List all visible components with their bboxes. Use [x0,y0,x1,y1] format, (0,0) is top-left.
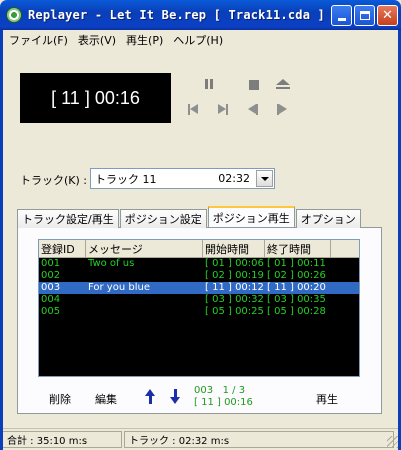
row-start: [ 05 ] 00:25 [205,306,264,317]
close-button[interactable]: ✕ [377,5,398,26]
skip-forward-icon [218,104,226,114]
row-end: [ 05 ] 00:28 [267,306,326,317]
tab-bar: トラック設定/再生 ポジション設定 ポジション再生 オプション [17,206,362,228]
minimize-button[interactable] [331,5,352,26]
row-end: [ 01 ] 00:11 [267,258,326,269]
row-message: For you blue [88,282,150,293]
previous-position-button[interactable] [245,101,261,117]
position-info: 003 1 / 3 [ 11 ] 00:16 [194,385,253,409]
move-down-button[interactable] [170,389,180,405]
eject-icon [276,79,290,85]
column-header-id[interactable]: 登録ID [39,240,86,257]
edit-button[interactable]: 編集 [95,391,117,407]
window-border-left [0,30,3,450]
position-list[interactable]: 登録ID メッセージ 開始時間 終了時間 001 Two of us [ 01 … [38,239,360,377]
window-title: Replayer - Let It Be.rep [ Track11.cda ] [28,8,325,22]
stop-button[interactable] [246,77,262,93]
column-header-start[interactable]: 開始時間 [203,240,265,257]
arrow-down-icon-tri [170,397,180,404]
table-row[interactable]: 005 [ 05 ] 00:25 [ 05 ] 00:28 [39,306,359,318]
track-label: トラック(K) : [20,174,87,187]
next-position-button[interactable] [274,101,290,117]
row-start: [ 03 ] 00:32 [205,294,264,305]
row-end: [ 02 ] 00:26 [267,270,326,281]
list-header: 登録ID メッセージ 開始時間 終了時間 [39,240,359,258]
track-dropdown[interactable]: トラック 11 02:32 [90,168,275,189]
row-id: 002 [41,270,61,281]
tab-options[interactable]: オプション [295,209,361,228]
time-display: [ 11 ] 00:16 [20,73,171,123]
row-id: 005 [41,306,61,317]
app-cd-icon[interactable] [6,7,22,23]
step-forward-icon-tri [279,104,287,114]
eject-button[interactable] [275,76,291,92]
stop-icon [249,80,259,90]
play-position-button[interactable]: 再生 [316,391,338,407]
list-body: 001 Two of us [ 01 ] 00:06 [ 01 ] 00:11 … [39,258,359,318]
close-icon: ✕ [382,8,393,23]
dropdown-button[interactable] [256,170,273,187]
arrow-up-icon [145,389,155,396]
row-start: [ 01 ] 00:06 [205,258,264,269]
track-name: トラック 11 [95,172,157,186]
move-up-button[interactable] [145,389,155,405]
table-row-selected[interactable]: 003 For you blue [ 11 ] 00:12 [ 11 ] 00:… [39,282,359,294]
track-duration: 02:32 [218,172,250,185]
row-end: [ 03 ] 00:35 [267,294,326,305]
menu-bar: ファイル(F) 表示(V) 再生(P) ヘルプ(H) [0,30,401,50]
row-id: 004 [41,294,61,305]
menu-view[interactable]: 表示(V) [73,32,121,48]
column-header-filler [331,240,359,257]
position-counter: 003 1 / 3 [194,385,246,396]
row-end: [ 11 ] 00:20 [267,282,326,293]
row-start: [ 11 ] 00:12 [205,282,264,293]
arrow-up-icon-stem [148,396,152,404]
row-start: [ 02 ] 00:19 [205,270,264,281]
position-time: [ 11 ] 00:16 [194,397,253,408]
chevron-down-icon [260,176,269,181]
column-header-message[interactable]: メッセージ [86,240,203,257]
row-message: Two of us [88,258,135,269]
tab-position-play[interactable]: ポジション再生 [207,206,295,227]
pause-icon [205,79,208,89]
row-message [86,270,203,282]
tab-track-settings[interactable]: トラック設定/再生 [17,209,119,228]
minimize-icon [337,18,346,21]
row-id: 003 [41,282,61,293]
table-row[interactable]: 001 Two of us [ 01 ] 00:06 [ 01 ] 00:11 [39,258,359,270]
title-bar: Replayer - Let It Be.rep [ Track11.cda ]… [0,0,401,30]
next-track-button[interactable] [215,101,231,117]
skip-back-icon-tri [190,104,198,114]
status-total: 合計 : 35:10 m:s [2,431,122,448]
maximize-button[interactable] [354,5,375,26]
row-id: 001 [41,258,61,269]
table-row[interactable]: 004 [ 03 ] 00:32 [ 03 ] 00:35 [39,294,359,306]
status-track: トラック : 02:32 m:s [124,431,394,448]
row-message [86,294,203,306]
menu-play[interactable]: 再生(P) [121,32,168,48]
eject-icon-bar [276,87,290,89]
delete-button[interactable]: 削除 [49,391,71,407]
table-row[interactable]: 002 [ 02 ] 00:19 [ 02 ] 00:26 [39,270,359,282]
tab-position-settings[interactable]: ポジション設定 [119,209,207,228]
arrow-down-icon [173,389,177,397]
menu-file[interactable]: ファイル(F) [4,32,73,48]
pause-icon-bar [210,79,213,89]
pause-button[interactable] [201,76,217,92]
step-back-icon [248,104,256,114]
menu-help[interactable]: ヘルプ(H) [168,32,228,48]
step-back-icon-bar [256,103,258,115]
status-bar: 合計 : 35:10 m:s トラック : 02:32 m:s [0,428,401,450]
maximize-icon [359,11,370,20]
skip-forward-icon-bar [226,103,228,115]
row-message [86,306,203,318]
previous-track-button[interactable] [185,101,201,117]
column-header-end[interactable]: 終了時間 [265,240,331,257]
